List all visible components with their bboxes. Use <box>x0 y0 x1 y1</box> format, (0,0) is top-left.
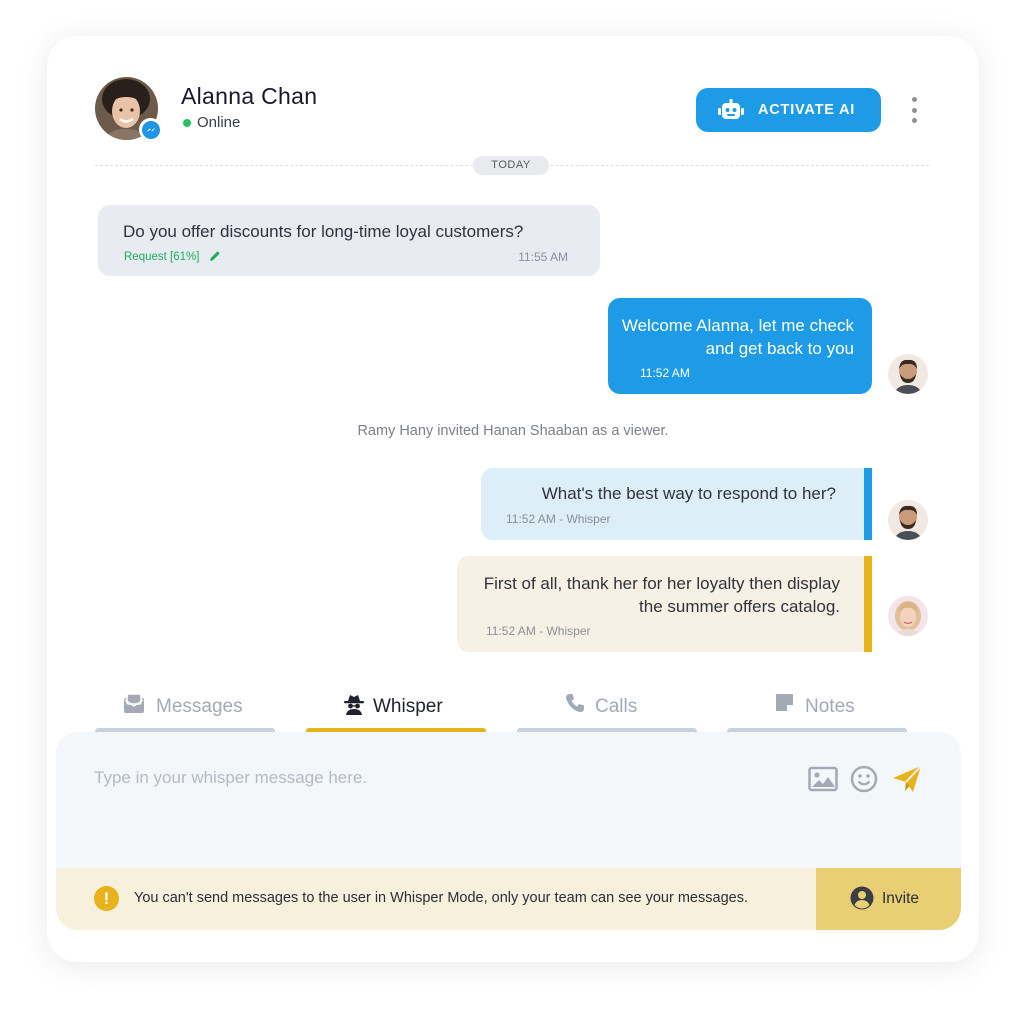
chat-panel: Alanna Chan Online ACTIVATE AI TODAY Do … <box>47 36 979 962</box>
notice-text: You can't send messages to the user in W… <box>134 890 748 906</box>
image-icon[interactable] <box>808 766 838 792</box>
activate-ai-label: ACTIVATE AI <box>758 102 856 118</box>
tab-calls[interactable]: Calls <box>517 688 697 732</box>
invite-button[interactable]: Invite <box>816 868 961 930</box>
tab-notes[interactable]: Notes <box>727 688 907 732</box>
pencil-icon[interactable] <box>209 250 221 262</box>
tab-whisper[interactable]: Whisper <box>306 688 486 732</box>
message-text: Welcome Alanna, let me check and get bac… <box>621 316 854 358</box>
invite-label: Invite <box>882 890 920 907</box>
whisper-mode-notice: ! You can't send messages to the user in… <box>56 868 816 930</box>
send-icon[interactable] <box>892 764 922 794</box>
intent-tag[interactable]: Request [61%] <box>124 251 199 263</box>
warning-icon: ! <box>94 886 119 911</box>
agent-avatar[interactable] <box>888 354 928 394</box>
whisper-message-input[interactable] <box>94 768 774 788</box>
robot-icon <box>718 99 744 119</box>
emoji-icon[interactable] <box>850 765 878 793</box>
tab-label: Notes <box>805 696 855 717</box>
agent-avatar[interactable] <box>888 500 928 540</box>
date-divider-label: TODAY <box>473 156 549 175</box>
message-time: 11:52 AM <box>640 366 690 380</box>
tab-label: Messages <box>156 696 243 717</box>
messenger-badge <box>139 118 162 141</box>
note-icon <box>776 694 793 711</box>
messenger-icon <box>141 120 160 139</box>
tab-label: Calls <box>595 696 638 717</box>
user-icon <box>850 886 874 910</box>
whisper-message-bubble[interactable]: First of all, thank her for her loyalty … <box>457 556 872 652</box>
message-text: First of all, thank her for her loyalty … <box>483 574 840 616</box>
online-status-dot <box>183 119 191 127</box>
message-time: 11:52 AM - Whisper <box>486 624 591 638</box>
tab-messages[interactable]: Messages <box>95 688 275 732</box>
whisper-composer: ! You can't send messages to the user in… <box>56 732 961 930</box>
activate-ai-button[interactable]: ACTIVATE AI <box>696 88 881 132</box>
whisper-message-bubble[interactable]: What's the best way to respond to her? 1… <box>481 468 872 540</box>
teammate-avatar[interactable] <box>888 596 928 636</box>
incoming-message-bubble[interactable]: Do you offer discounts for long-time loy… <box>98 205 600 276</box>
message-text: Do you offer discounts for long-time loy… <box>123 222 524 241</box>
outgoing-message-bubble[interactable]: Welcome Alanna, let me check and get bac… <box>608 298 872 394</box>
message-text: What's the best way to respond to her? <box>541 484 836 503</box>
spy-icon <box>344 695 364 715</box>
message-time: 11:55 AM <box>518 250 568 264</box>
phone-icon <box>566 694 584 712</box>
message-time: 11:52 AM - Whisper <box>506 512 611 526</box>
contact-status: Online <box>197 114 241 131</box>
messages-icon <box>124 693 144 713</box>
contact-name: Alanna Chan <box>181 83 318 109</box>
kebab-menu-icon[interactable] <box>909 97 919 123</box>
tab-label: Whisper <box>373 696 443 717</box>
system-message: Ramy Hany invited Hanan Shaaban as a vie… <box>357 423 669 439</box>
